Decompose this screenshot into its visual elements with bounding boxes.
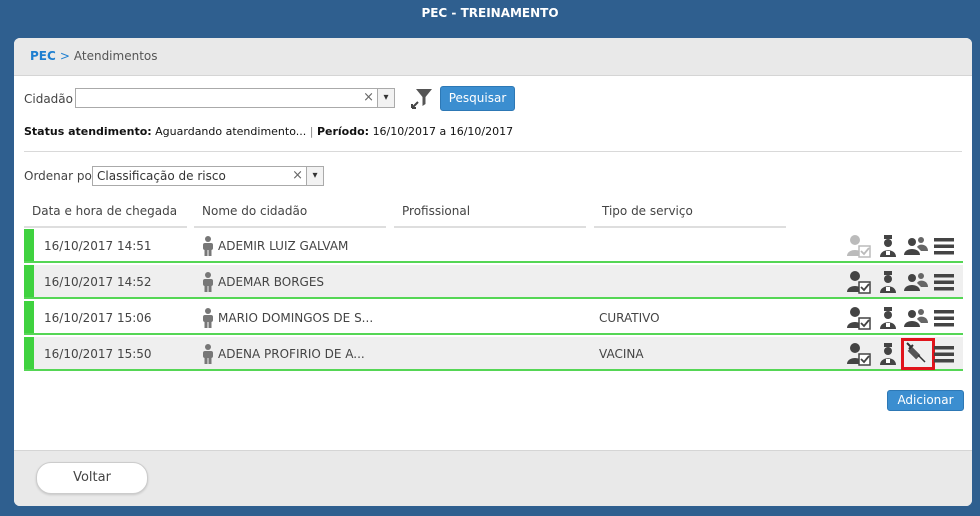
back-button[interactable]: Voltar xyxy=(36,462,148,494)
row-actions xyxy=(847,234,957,258)
sort-combobox[interactable]: Classificação de risco × ▾ xyxy=(92,166,324,186)
sort-label: Ordenar por xyxy=(24,169,97,183)
row-actions xyxy=(847,270,957,294)
breadcrumb: PEC > Atendimentos xyxy=(14,38,972,76)
breadcrumb-root-link[interactable]: PEC xyxy=(30,49,56,63)
person-icon xyxy=(202,344,213,364)
column-header-datetime[interactable]: Data e hora de chegada xyxy=(24,204,187,228)
group-icon[interactable] xyxy=(903,306,929,330)
risk-indicator xyxy=(24,229,34,261)
status-summary: Status atendimento: Aguardando atendimen… xyxy=(24,125,513,138)
row-servico: VACINA xyxy=(599,347,644,361)
nurse-icon[interactable] xyxy=(875,342,901,366)
risk-indicator xyxy=(24,337,34,369)
status-divider: | xyxy=(309,125,314,138)
status-value: Aguardando atendimento... xyxy=(155,125,307,138)
menu-icon[interactable] xyxy=(931,342,957,366)
person-icon xyxy=(202,236,213,256)
row-servico: CURATIVO xyxy=(599,311,660,325)
row-datetime: 16/10/2017 14:52 xyxy=(44,275,152,289)
column-header-servico[interactable]: Tipo de serviço xyxy=(594,204,786,228)
attend-icon[interactable] xyxy=(847,270,873,294)
attend-icon[interactable] xyxy=(847,342,873,366)
cidadao-label: Cidadão xyxy=(24,92,73,106)
periodo-label: Período: xyxy=(316,125,370,138)
group-icon[interactable] xyxy=(903,270,929,294)
add-button[interactable]: Adicionar xyxy=(887,390,964,411)
row-datetime: 16/10/2017 14:51 xyxy=(44,239,152,253)
group-icon[interactable] xyxy=(903,234,929,258)
search-button[interactable]: Pesquisar xyxy=(440,86,515,111)
syringe-icon[interactable] xyxy=(901,338,935,370)
nurse-icon[interactable] xyxy=(875,306,901,330)
menu-icon[interactable] xyxy=(931,270,957,294)
risk-indicator xyxy=(24,265,34,297)
table-row[interactable]: 16/10/2017 14:52 ADEMAR BORGES xyxy=(24,265,963,299)
person-icon xyxy=(202,272,213,292)
row-datetime: 16/10/2017 15:06 xyxy=(44,311,152,325)
row-name: ADENA PROFIRIO DE A... xyxy=(218,347,365,361)
cidadao-combobox[interactable]: × ▾ xyxy=(75,88,395,108)
menu-icon[interactable] xyxy=(931,234,957,258)
table-row[interactable]: 16/10/2017 15:06 MARIO DOMINGOS DE S... CU… xyxy=(24,301,963,335)
row-name: ADEMIR LUIZ GALVAM xyxy=(218,239,349,253)
table-row[interactable]: 16/10/2017 14:51 ADEMIR LUIZ GALVAM xyxy=(24,229,963,263)
row-name: MARIO DOMINGOS DE S... xyxy=(218,311,374,325)
divider xyxy=(24,151,962,152)
funnel-icon[interactable] xyxy=(410,86,434,110)
row-actions xyxy=(847,306,957,330)
sort-dropdown-icon[interactable]: ▾ xyxy=(306,167,323,185)
breadcrumb-separator: > xyxy=(59,49,70,63)
breadcrumb-current: Atendimentos xyxy=(73,49,158,63)
main-panel: PEC > Atendimentos Cidadão × ▾ Pesquisar S… xyxy=(14,38,972,506)
risk-indicator xyxy=(24,301,34,333)
sort-clear-icon[interactable]: × xyxy=(292,168,303,183)
status-label: Status atendimento: xyxy=(24,125,152,138)
attend-icon[interactable] xyxy=(847,234,873,258)
cidadao-dropdown-icon[interactable]: ▾ xyxy=(377,89,394,107)
app-title: PEC - TREINAMENTO xyxy=(421,6,559,20)
person-icon xyxy=(202,308,213,328)
cidadao-clear-icon[interactable]: × xyxy=(363,90,374,105)
row-datetime: 16/10/2017 15:50 xyxy=(44,347,152,361)
column-header-name[interactable]: Nome do cidadão xyxy=(194,204,386,228)
row-name: ADEMAR BORGES xyxy=(218,275,325,289)
sort-value: Classificação de risco xyxy=(97,169,226,183)
attend-icon[interactable] xyxy=(847,306,873,330)
column-header-profissional[interactable]: Profissional xyxy=(394,204,586,228)
table-row[interactable]: 16/10/2017 15:50 ADENA PROFIRIO DE A... VA… xyxy=(24,337,963,371)
row-actions xyxy=(847,338,957,370)
periodo-value: 16/10/2017 a 16/10/2017 xyxy=(372,125,514,138)
menu-icon[interactable] xyxy=(931,306,957,330)
nurse-icon[interactable] xyxy=(875,234,901,258)
nurse-icon[interactable] xyxy=(875,270,901,294)
footer: Voltar xyxy=(14,450,972,506)
